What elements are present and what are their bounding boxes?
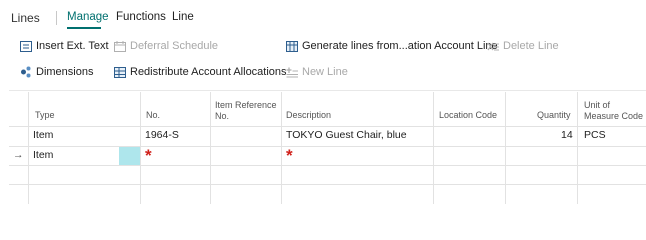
dimensions-label: Dimensions [36,66,94,78]
cell-unit-of-measure[interactable]: PCS [584,129,606,141]
column-header-item-reference-line2: No. [215,111,230,121]
tab-manage-underline [67,27,101,29]
lines-title: Lines [11,11,40,25]
generate-lines-icon [286,40,298,52]
redistribute-icon [114,66,126,78]
column-header-item-reference[interactable]: Item Reference No. [215,100,277,122]
cell-description[interactable]: TOKYO Guest Chair, blue [286,129,407,141]
column-header-type[interactable]: Type [35,110,55,121]
empty-row[interactable] [9,165,646,183]
column-header-item-reference-line1: Item Reference [215,100,277,110]
delete-line-button[interactable]: Delete Line [487,40,559,52]
schedule-icon [114,40,126,52]
column-header-unit-of-measure[interactable]: Unit of Measure Code [584,100,643,122]
table-row-current[interactable]: → Item * * [9,146,646,165]
tab-separator [56,11,57,25]
column-header-quantity[interactable]: Quantity [537,110,571,121]
insert-ext-text-button[interactable]: Insert Ext. Text [20,40,109,52]
tab-manage[interactable]: Manage [67,11,109,23]
redistribute-label: Redistribute Account Allocations [130,66,287,78]
column-header-no[interactable]: No. [146,110,160,121]
cell-no[interactable]: 1964-S [145,129,179,141]
current-row-arrow-icon: → [13,149,24,161]
selected-cell[interactable] [119,147,140,165]
column-header-location-code[interactable]: Location Code [439,110,497,121]
new-line-button[interactable]: New Line [286,66,348,78]
table-row[interactable]: Item 1964-S TOKYO Guest Chair, blue 14 P… [9,126,646,144]
empty-row[interactable] [9,184,646,202]
required-field-icon: * [286,146,293,165]
dimensions-icon [21,66,31,78]
column-header-uom-line2: Measure Code [584,111,644,121]
cell-type[interactable]: Item [33,129,53,141]
cell-quantity[interactable]: 14 [561,129,573,141]
dimensions-button[interactable]: Dimensions [20,66,93,78]
new-line-label: New Line [302,66,348,78]
grid-top-border [9,90,646,91]
generate-lines-button[interactable]: Generate lines from...ation Account Line [286,40,498,52]
insert-text-icon [20,40,32,52]
lines-tab-bar: Lines Manage Functions Line [0,0,646,34]
insert-ext-text-label: Insert Ext. Text [36,40,109,52]
deferral-schedule-button[interactable]: Deferral Schedule [114,40,218,52]
required-field-icon: * [145,146,152,165]
column-header-description[interactable]: Description [286,110,331,121]
tab-functions[interactable]: Functions [116,11,166,23]
delete-line-icon [487,42,499,50]
deferral-schedule-label: Deferral Schedule [130,40,219,52]
delete-line-label: Delete Line [503,40,559,52]
redistribute-allocations-button[interactable]: Redistribute Account Allocations [114,66,287,78]
tab-line[interactable]: Line [172,11,194,23]
generate-lines-label: Generate lines from...ation Account Line [302,40,498,52]
column-header-uom-line1: Unit of [584,100,611,110]
new-line-icon [286,67,298,77]
cell-type[interactable]: Item [33,149,53,161]
